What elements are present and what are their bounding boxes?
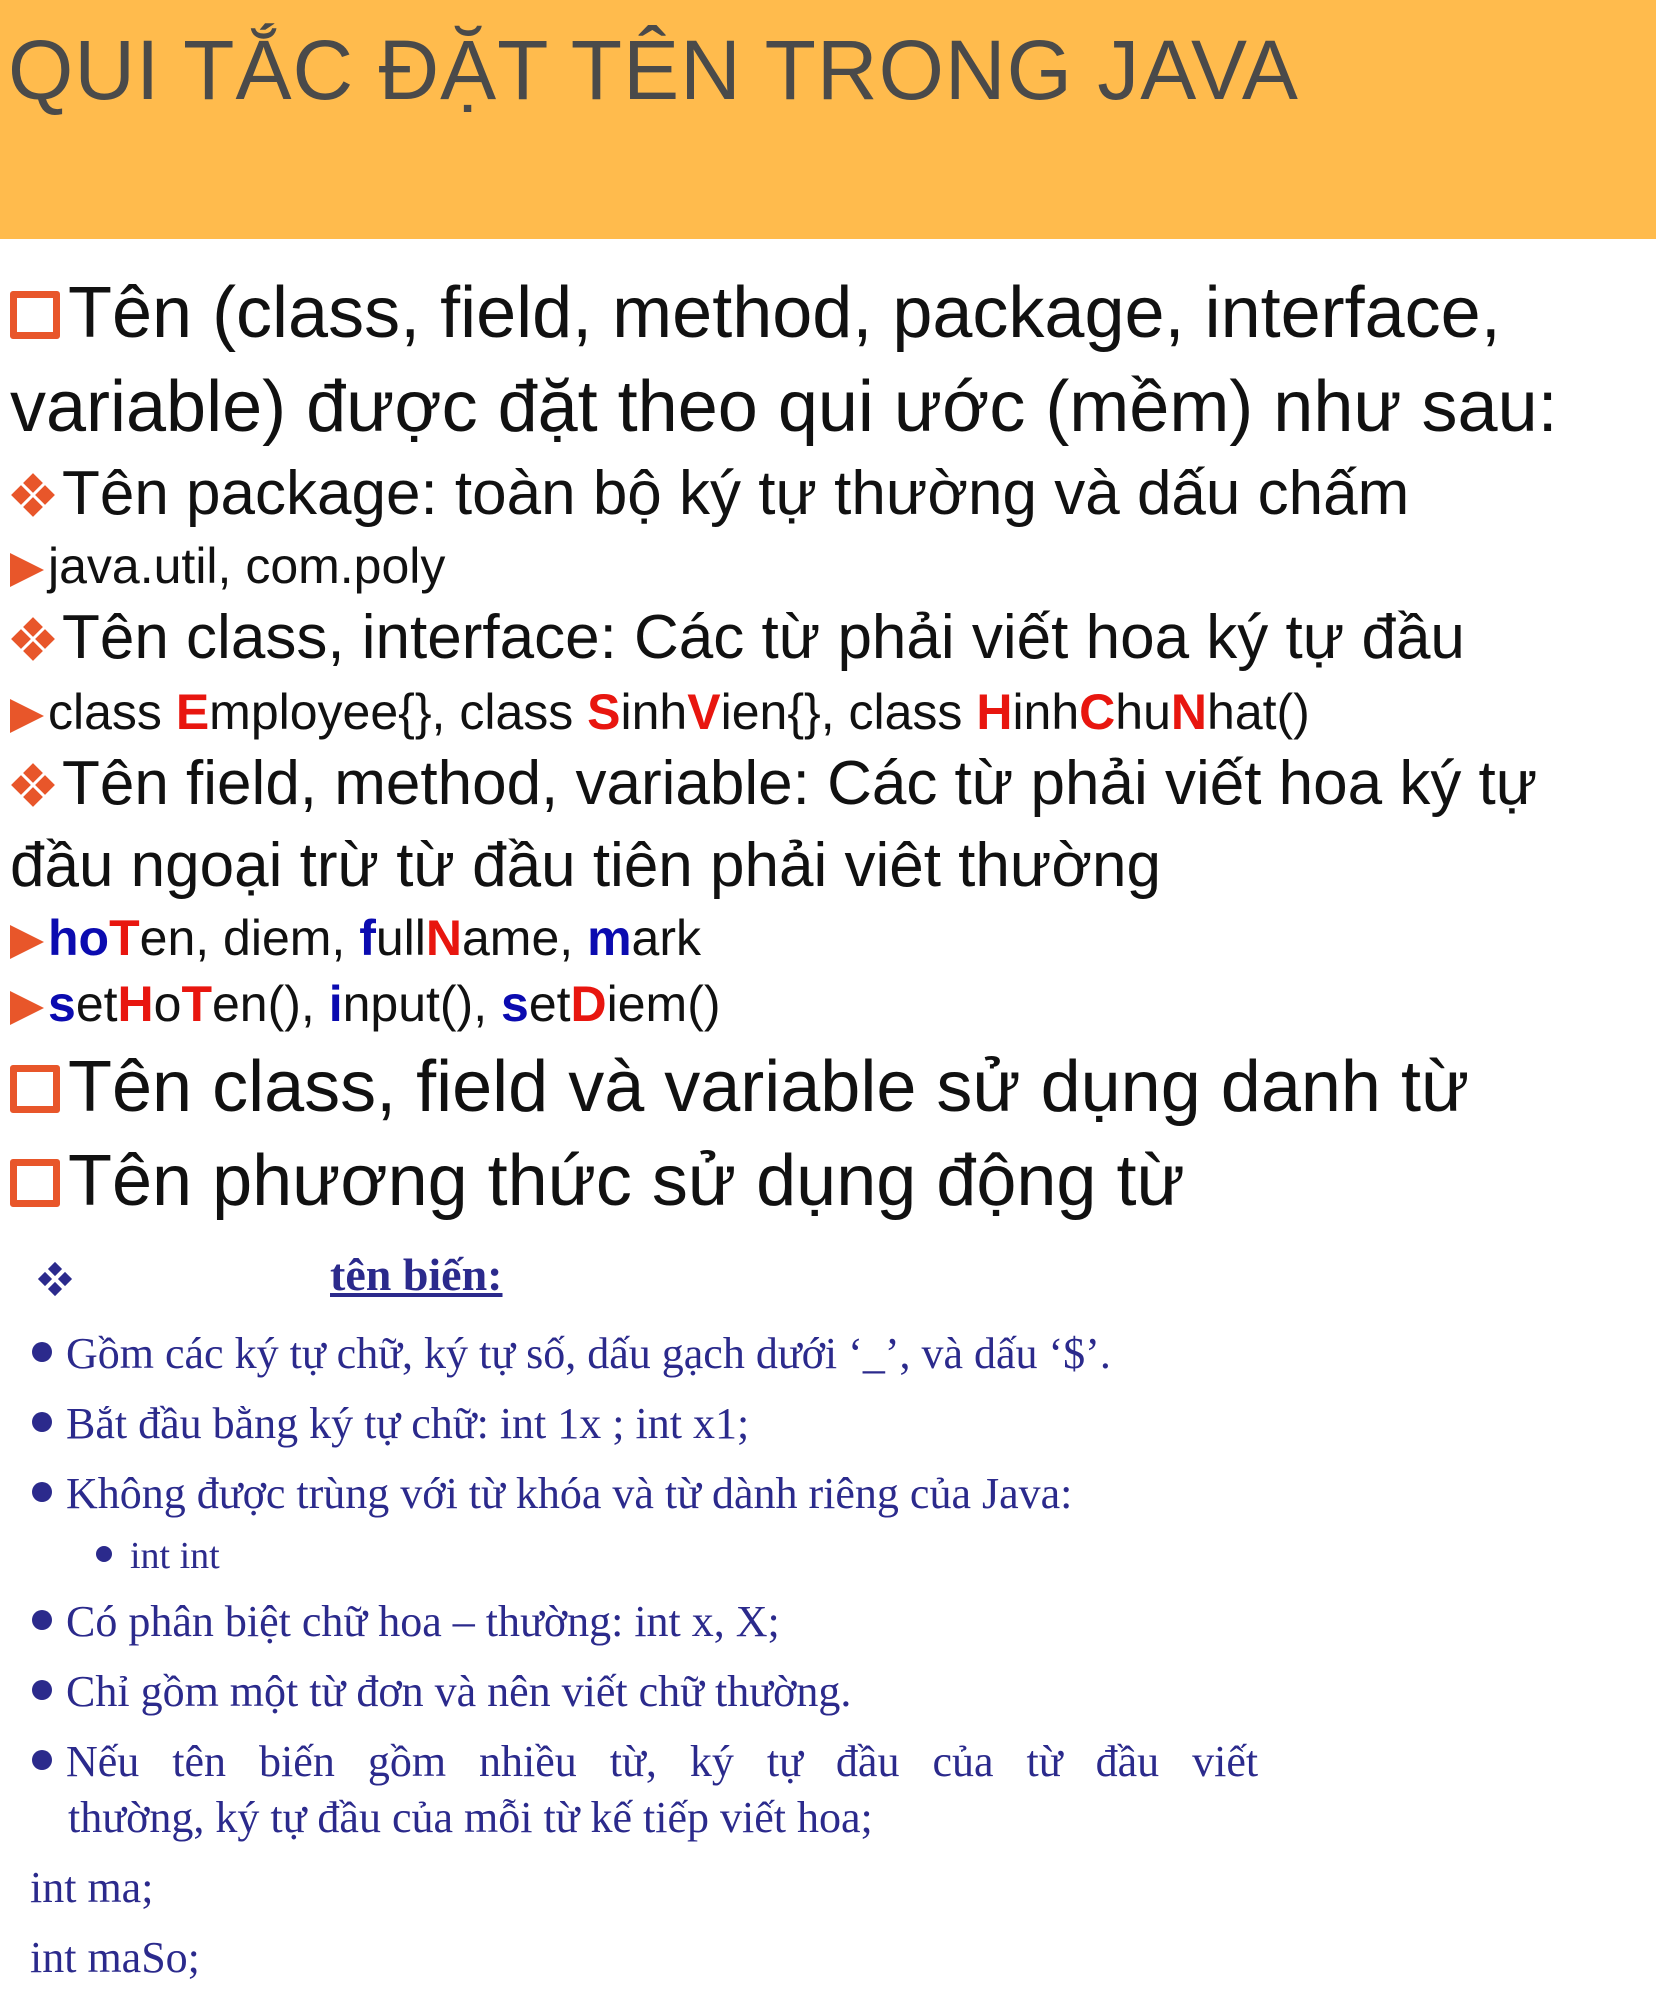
highlighted-letter: N [425, 910, 462, 966]
arrow-bullet-icon [10, 553, 44, 587]
example-fragment: class [48, 684, 176, 740]
page-title: QUI TẮC ĐẶT TÊN TRONG JAVA [8, 23, 1299, 117]
method-example-text: setHoTen(), input(), setDiem() [48, 976, 721, 1032]
example-fragment: iem() [606, 976, 721, 1032]
field-rule-cont: đầu ngoại trừ từ đầu tiên phải viêt thườ… [10, 831, 1161, 900]
field-rule: Tên field, method, variable: Các từ phải… [10, 744, 1537, 824]
bullet-dot-icon [32, 1610, 52, 1630]
diamond-bullet-icon [10, 472, 56, 518]
example-fragment: o [153, 976, 182, 1032]
highlighted-letter: S [587, 684, 621, 740]
diamond-bullet-icon [37, 1261, 73, 1297]
example-fragment: hu [1115, 684, 1171, 740]
example-fragment: nput(), [342, 976, 501, 1032]
example-fragment: en, diem, [139, 910, 360, 966]
bullet-dot-icon [32, 1482, 52, 1502]
example-fragment: ull [375, 910, 426, 966]
bullet-dot-icon [96, 1546, 112, 1562]
bullet-dot-icon [32, 1680, 52, 1700]
example-fragment: hat() [1207, 684, 1310, 740]
variable-rule-item: Gồm các ký tự chữ, ký tự số, dấu gạch dư… [32, 1328, 1111, 1379]
square-bullet-icon [10, 291, 60, 339]
rule-text: Tên (class, field, method, package, inte… [68, 273, 1501, 353]
square-bullet-icon [10, 1159, 60, 1207]
bullet-dot-icon [32, 1412, 52, 1432]
highlighted-letter: i [328, 976, 343, 1032]
square-bullet-icon [10, 1065, 60, 1113]
rule-naming-convention: Tên (class, field, method, package, inte… [10, 266, 1501, 360]
example-fragment: ame, [462, 910, 588, 966]
bullet-dot-icon [32, 1342, 52, 1362]
diamond-bullet-icon [10, 762, 56, 808]
highlighted-letter: V [687, 684, 721, 740]
highlighted-letter: H [117, 976, 154, 1032]
variable-rule-item: Chỉ gồm một từ đơn và nên viết chữ thườn… [32, 1666, 851, 1717]
variable-rule-item: Nếu tên biến gồm nhiều từ, ký tự đầu của… [32, 1736, 1258, 1787]
highlighted-letter: E [175, 684, 210, 740]
field-example-text: hoTen, diem, fullName, mark [48, 910, 701, 966]
variable-rule-item-cont: thường, ký tự đầu của mỗi từ kế tiếp viế… [68, 1793, 873, 1842]
highlighted-letter: s [48, 976, 76, 1032]
arrow-bullet-icon [10, 925, 44, 959]
code-example: int maSo; [30, 1933, 200, 1982]
package-example: java.util, com.poly [10, 534, 445, 598]
example-fragment: inh [620, 684, 688, 740]
bullet-dot-icon [32, 1750, 52, 1770]
rule-nouns: Tên class, field và variable sử dụng dan… [10, 1040, 1469, 1134]
highlighted-letter: m [587, 910, 632, 966]
highlighted-letter: N [1170, 684, 1208, 740]
class-rule: Tên class, interface: Các từ phải viết h… [10, 598, 1465, 678]
highlighted-letter: T [109, 910, 140, 966]
package-rule: Tên package: toàn bộ ký tự thường và dấu… [10, 454, 1409, 534]
highlighted-letter: C [1079, 684, 1116, 740]
example-fragment: en(), [211, 976, 329, 1032]
example-fragment: et [528, 976, 571, 1032]
field-example-2: setHoTen(), input(), setDiem() [10, 972, 721, 1036]
highlighted-letter: T [181, 976, 212, 1032]
variable-heading: tên biến: [330, 1249, 503, 1300]
variable-rule-subitem: int int [96, 1534, 220, 1578]
highlighted-letter: ho [48, 910, 110, 966]
example-fragment: mployee{}, class [209, 684, 588, 740]
rule-verbs: Tên phương thức sử dụng động từ [10, 1134, 1185, 1228]
highlighted-letter: D [570, 976, 607, 1032]
variable-rule-item: Không được trùng với từ khóa và từ dành … [32, 1468, 1072, 1519]
variable-rule-item: Có phân biệt chữ hoa – thường: int x, X; [32, 1596, 780, 1647]
example-fragment: et [75, 976, 118, 1032]
diamond-bullet-icon [10, 616, 56, 662]
variable-rule-item: Bắt đầu bằng ký tự chữ: int 1x ; int x1; [32, 1398, 749, 1449]
arrow-bullet-icon [10, 699, 44, 733]
field-example-1: hoTen, diem, fullName, mark [10, 906, 701, 970]
code-example: int ma; [30, 1863, 154, 1912]
class-example: class Employee{}, class SinhVien{}, clas… [10, 680, 1310, 744]
highlighted-letter: f [359, 910, 376, 966]
highlighted-letter: s [501, 976, 529, 1032]
rule-naming-convention-cont: variable) được đặt theo qui ước (mềm) nh… [10, 367, 1558, 447]
example-fragment: ark [631, 910, 701, 966]
example-fragment: inh [1012, 684, 1080, 740]
highlighted-letter: H [976, 684, 1013, 740]
example-fragment: ien{}, class [720, 684, 977, 740]
class-example-text: class Employee{}, class SinhVien{}, clas… [48, 684, 1310, 740]
arrow-bullet-icon [10, 991, 44, 1025]
